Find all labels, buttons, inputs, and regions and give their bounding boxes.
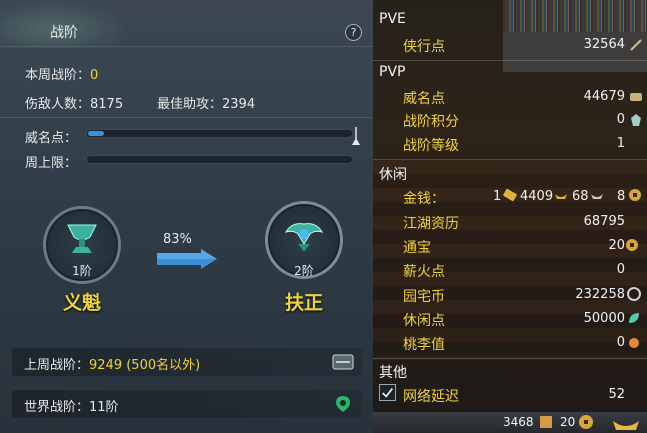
kills-label: 伤敌人数： — [25, 97, 91, 112]
leaf-icon — [629, 313, 639, 323]
weekly-cap-progress-bar — [86, 155, 353, 164]
bottom-value-b: 20 — [560, 415, 576, 429]
item-value: 32564 — [583, 37, 625, 52]
location-pin-icon[interactable] — [332, 395, 354, 413]
gold-ingot-icon[interactable] — [611, 413, 641, 432]
current-tier-label: 1阶 — [72, 264, 92, 278]
weekly-rank-row: 本周战阶：0 — [25, 64, 98, 83]
item-label: 威名点 — [403, 91, 445, 107]
winged-crest-icon — [284, 223, 324, 252]
item-label: 江湖资历 — [403, 216, 459, 232]
fame-label: 威名点： — [25, 131, 78, 146]
gold-ingot-icon — [503, 188, 517, 202]
world-rank-bar: 世界战阶：11阶 — [12, 390, 362, 418]
current-rank-name: 义魁 — [62, 292, 101, 314]
last-week-rank-bar: 上周战阶：9249 (500名以外) — [12, 348, 362, 376]
item-value: 44679 — [583, 89, 625, 104]
item-label: 战阶积分 — [403, 114, 459, 130]
item-label: 网络延迟 — [403, 389, 459, 405]
house-coin-icon — [627, 287, 641, 301]
divider — [373, 358, 647, 359]
fame-progress-fill — [88, 131, 104, 136]
silver-ingot-icon — [555, 194, 567, 199]
item-label: 休闲点 — [403, 313, 445, 329]
bottom-currency-bar: 3468 20 — [373, 412, 647, 433]
last-week-label: 上周战阶： — [24, 358, 90, 373]
money-gold: 1 — [493, 189, 502, 204]
last-week-value: 9249 (500名以外) — [89, 358, 201, 373]
bottom-value-a: 3468 — [503, 415, 534, 429]
checkmark-icon — [382, 387, 394, 398]
item-label: 薪火点 — [403, 264, 445, 280]
item-value: 68795 — [583, 214, 625, 229]
next-tier-label: 2阶 — [294, 264, 314, 278]
rank-badge-icon — [631, 114, 641, 126]
leaderboard-icon[interactable] — [332, 353, 354, 371]
item-label: 桃李值 — [403, 337, 445, 353]
silver-ingot-icon — [591, 194, 603, 199]
best-assist-label: 最佳助攻： — [157, 97, 223, 112]
item-value: 0 — [616, 112, 625, 127]
help-button[interactable]: ? — [345, 24, 362, 41]
fame-token-icon — [630, 93, 642, 101]
item-value: 50000 — [583, 311, 625, 326]
item-value: 232258 — [575, 287, 625, 302]
item-value: 0 — [616, 335, 625, 350]
weekly-rank-label: 本周战阶： — [25, 68, 91, 83]
divider — [373, 159, 647, 160]
next-rank-name: 扶正 — [284, 292, 323, 314]
item-value: 52 — [608, 387, 625, 402]
fame-progress-bar — [86, 129, 353, 138]
weekly-rank-value: 0 — [90, 68, 99, 83]
peach-icon — [629, 338, 639, 348]
item-value: 1 — [616, 136, 625, 151]
item-label: 侠行点 — [403, 39, 445, 55]
sword-icon — [630, 39, 642, 51]
best-assist-value: 2394 — [222, 97, 256, 112]
coin-icon — [626, 239, 638, 251]
scroll-icon — [540, 416, 552, 428]
item-value: 20 — [608, 238, 625, 253]
coin-icon — [579, 415, 593, 429]
currency-panel: PVE 侠行点 32564 PVP 威名点 44679 战阶积分 0 战阶等级 … — [373, 0, 647, 433]
item-value: 0 — [616, 262, 625, 277]
battle-rank-panel: 战阶 ? 本周战阶：0 伤敌人数：8175 最佳助攻：2394 威名点： 周上限… — [0, 0, 373, 433]
money-extra: 8 — [617, 189, 626, 204]
latency-checkbox[interactable] — [379, 384, 396, 401]
best-assist-row: 最佳助攻：2394 — [157, 93, 255, 112]
section-pvp: PVP — [379, 64, 406, 80]
item-label: 通宝 — [403, 240, 431, 256]
money-label: 金钱： — [403, 191, 445, 207]
world-rank-label: 世界战阶： — [24, 400, 90, 415]
kills-row: 伤敌人数：8175 — [25, 93, 123, 112]
money-silver: 4409 — [520, 189, 554, 204]
goblet-icon — [67, 224, 97, 253]
item-label: 园宅币 — [403, 289, 445, 305]
section-other: 其他 — [379, 365, 407, 381]
kills-value: 8175 — [90, 97, 124, 112]
money-copper: 68 — [572, 189, 589, 204]
divider — [373, 60, 647, 61]
section-pve: PVE — [379, 11, 406, 27]
world-rank-value: 11阶 — [89, 400, 119, 415]
currency-list: PVE 侠行点 32564 PVP 威名点 44679 战阶积分 0 战阶等级 … — [373, 0, 647, 412]
item-label: 战阶等级 — [403, 138, 459, 154]
divider — [0, 46, 373, 47]
last-week-rank: 上周战阶：9249 (500名以外) — [24, 354, 200, 373]
world-rank: 世界战阶：11阶 — [24, 396, 119, 415]
weekly-cap-label: 周上限： — [25, 156, 78, 171]
divider — [0, 117, 373, 118]
panel-title: 战阶 — [50, 25, 78, 41]
upgrade-arrow-icon — [157, 249, 217, 269]
section-leisure: 休闲 — [379, 167, 407, 183]
cap-marker-icon — [352, 127, 360, 145]
upgrade-percent: 83% — [163, 232, 192, 247]
copper-coin-icon — [629, 189, 641, 201]
